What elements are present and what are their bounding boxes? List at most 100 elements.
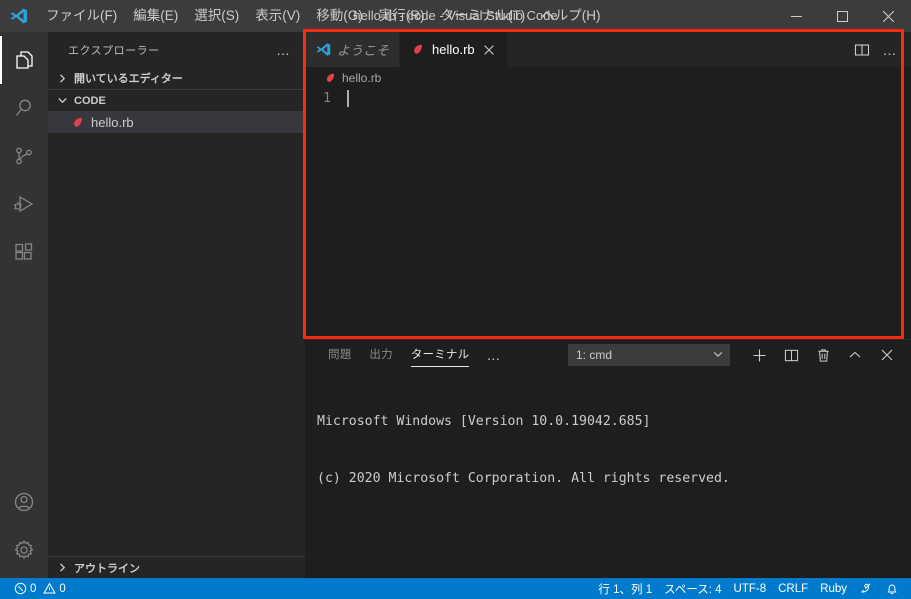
chevron-down-icon bbox=[54, 95, 70, 106]
plus-icon[interactable] bbox=[743, 340, 775, 370]
chevron-right-icon bbox=[54, 562, 70, 573]
manage-settings-button[interactable] bbox=[0, 526, 48, 574]
tab-welcome[interactable]: ようこそ bbox=[305, 32, 401, 67]
chevron-up-icon[interactable] bbox=[839, 340, 871, 370]
status-language-mode[interactable]: Ruby bbox=[814, 578, 853, 599]
code-editor[interactable]: 1 bbox=[305, 89, 911, 339]
panel-tab-terminal[interactable]: ターミナル bbox=[402, 340, 479, 370]
extensions-icon bbox=[15, 243, 33, 260]
menu-help[interactable]: ヘルプ(H) bbox=[533, 0, 608, 32]
split-editor-icon[interactable] bbox=[849, 32, 875, 67]
panel-tab-output[interactable]: 出力 bbox=[360, 340, 401, 370]
status-errors-count: 0 bbox=[30, 582, 37, 595]
chevron-down-icon bbox=[712, 348, 724, 363]
search-icon bbox=[15, 99, 31, 116]
maximize-icon[interactable] bbox=[819, 0, 865, 32]
menu-go[interactable]: 移動(G) bbox=[308, 0, 371, 32]
panel-header: 問題 出力 ターミナル … 1: cmd bbox=[305, 340, 911, 370]
ruby-icon bbox=[410, 43, 426, 56]
sidebar-item-source-control[interactable] bbox=[0, 132, 48, 180]
activity-bar-top bbox=[0, 32, 48, 276]
vscode-logo-icon bbox=[315, 42, 331, 57]
error-icon bbox=[14, 582, 27, 595]
warning-icon bbox=[43, 582, 57, 594]
section-code-folder-label: CODE bbox=[74, 94, 106, 107]
panel-tab-problems[interactable]: 問題 bbox=[319, 340, 360, 370]
status-errors[interactable]: 0 0 bbox=[8, 578, 72, 599]
section-outline[interactable]: アウトライン bbox=[48, 556, 305, 578]
section-open-editors-label: 開いているエディター bbox=[74, 73, 183, 85]
panel-more-tabs-button[interactable]: … bbox=[478, 347, 509, 363]
chevron-right-icon bbox=[54, 73, 70, 84]
sidebar-title-label: エクスプローラー bbox=[68, 44, 160, 57]
menu-selection[interactable]: 選択(S) bbox=[186, 0, 247, 32]
breadcrumb-label: hello.rb bbox=[342, 71, 382, 85]
tab-close-icon[interactable] bbox=[481, 42, 497, 58]
menu-terminal[interactable]: ターミナル(T) bbox=[433, 0, 534, 32]
close-icon[interactable] bbox=[865, 0, 911, 32]
window-controls bbox=[773, 0, 911, 32]
editor-tab-actions: … bbox=[849, 32, 911, 67]
gear-icon bbox=[14, 540, 34, 560]
editor-group: ようこそ hello.rb … hello.rb 1 bbox=[305, 32, 911, 339]
ellipsis-icon[interactable]: … bbox=[877, 32, 903, 67]
status-cursor-position[interactable]: 行 1、列 1 bbox=[592, 578, 658, 599]
ruby-icon bbox=[74, 117, 82, 127]
tab-hello-rb[interactable]: hello.rb bbox=[400, 32, 508, 67]
terminal-line: Microsoft Windows [Version 10.0.19042.68… bbox=[317, 414, 651, 429]
terminal-line: (c) 2020 Microsoft Corporation. All righ… bbox=[317, 471, 730, 486]
terminal-output[interactable]: Microsoft Windows [Version 10.0.19042.68… bbox=[305, 370, 911, 599]
file-tree-item-hello-rb[interactable]: hello.rb bbox=[48, 111, 305, 133]
terminal-instance-label: 1: cmd bbox=[576, 348, 613, 362]
status-bar-right: 行 1、列 1 スペース: 4 UTF-8 CRLF Ruby bbox=[592, 578, 911, 599]
sidebar-item-explorer[interactable] bbox=[0, 36, 48, 84]
status-encoding[interactable]: UTF-8 bbox=[728, 578, 773, 599]
explorer-sidebar: エクスプローラー … 開いているエディター CODE hello.rb アウトラ… bbox=[48, 32, 305, 578]
activity-bar bbox=[0, 32, 48, 578]
menu-view[interactable]: 表示(V) bbox=[247, 0, 308, 32]
title-bar: ファイル(F) 編集(E) 選択(S) 表示(V) 移動(G) 実行(R) ター… bbox=[0, 0, 911, 32]
sidebar-empty-space bbox=[48, 133, 305, 556]
split-icon[interactable] bbox=[775, 340, 807, 370]
editor-more-actions-label: … bbox=[882, 41, 898, 58]
status-notifications-bell[interactable] bbox=[879, 578, 905, 599]
section-outline-label: アウトライン bbox=[74, 562, 140, 575]
status-eol[interactable]: CRLF bbox=[772, 578, 814, 599]
sidebar-more-actions-button[interactable]: … bbox=[272, 42, 295, 58]
sidebar-item-run-debug[interactable] bbox=[0, 180, 48, 228]
minimize-icon[interactable] bbox=[773, 0, 819, 32]
status-indentation[interactable]: スペース: 4 bbox=[658, 578, 727, 599]
status-feedback-button[interactable] bbox=[853, 578, 879, 599]
breadcrumb[interactable]: hello.rb bbox=[305, 67, 911, 89]
status-bar-left: 0 0 bbox=[0, 578, 72, 599]
files-icon bbox=[16, 51, 33, 69]
section-code-folder[interactable]: CODE bbox=[48, 89, 305, 111]
accounts-button[interactable] bbox=[0, 478, 48, 526]
status-bar: 0 0 行 1、列 1 スペース: 4 UTF-8 CRLF Ruby bbox=[0, 578, 911, 599]
account-icon bbox=[14, 492, 34, 512]
trash-icon[interactable] bbox=[807, 340, 839, 370]
bell-icon bbox=[887, 583, 897, 594]
vscode-logo-icon bbox=[0, 7, 38, 25]
sidebar-item-extensions[interactable] bbox=[0, 228, 48, 276]
close-icon[interactable] bbox=[871, 340, 903, 370]
menu-file[interactable]: ファイル(F) bbox=[38, 0, 125, 32]
ruby-icon bbox=[326, 73, 335, 83]
tweet-icon bbox=[861, 582, 871, 593]
editor-tab-bar: ようこそ hello.rb … bbox=[305, 32, 911, 67]
bottom-panel: 問題 出力 ターミナル … 1: cmd Microsoft Windows [… bbox=[305, 339, 911, 599]
tab-welcome-label: ようこそ bbox=[337, 43, 390, 58]
text-cursor bbox=[347, 90, 349, 107]
activity-bar-bottom bbox=[0, 478, 48, 578]
terminal-instance-select[interactable]: 1: cmd bbox=[568, 344, 730, 366]
panel-actions bbox=[743, 340, 903, 370]
code-line: 1 bbox=[305, 89, 911, 108]
sidebar-item-search[interactable] bbox=[0, 84, 48, 132]
section-open-editors[interactable]: 開いているエディター bbox=[48, 67, 305, 89]
file-tree-item-label: hello.rb bbox=[91, 114, 134, 130]
menu-bar: ファイル(F) 編集(E) 選択(S) 表示(V) 移動(G) 実行(R) ター… bbox=[38, 0, 609, 32]
run-debug-icon bbox=[13, 195, 34, 213]
menu-edit[interactable]: 編集(E) bbox=[125, 0, 186, 32]
menu-run[interactable]: 実行(R) bbox=[371, 0, 433, 32]
